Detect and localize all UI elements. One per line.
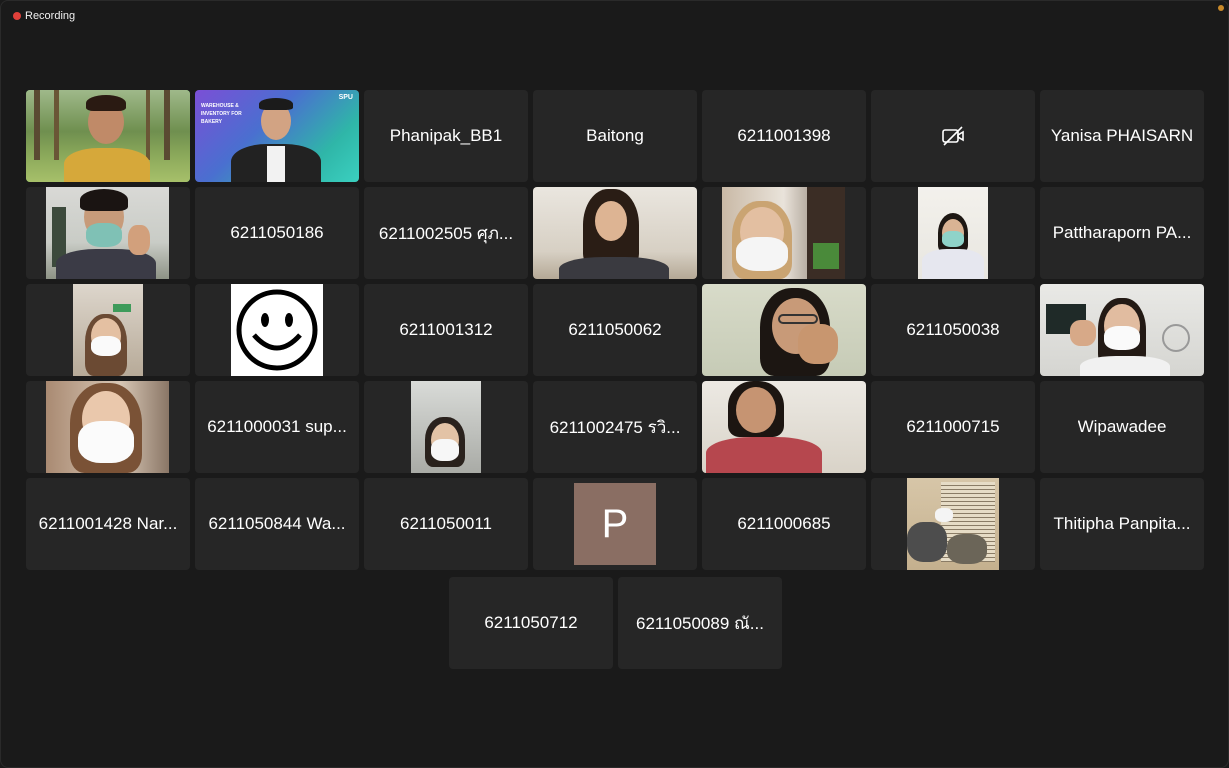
participant-tile-presenter[interactable]: WAREHOUSE & INVENTORY FOR BAKERY SPU — [195, 90, 359, 182]
participant-name: 6211002475 รวิ... — [549, 417, 681, 437]
participant-tile-video[interactable] — [702, 381, 866, 473]
participant-name: Baitong — [586, 126, 644, 145]
smiley-icon — [236, 289, 318, 371]
participant-tile[interactable]: Wipawadee — [1040, 381, 1204, 473]
participant-tile[interactable]: Phanipak_BB1 — [364, 90, 528, 182]
participant-tile[interactable]: Thitipha Panpita... — [1040, 478, 1204, 570]
participant-tile-video[interactable] — [702, 187, 866, 279]
participant-tile[interactable]: 6211050062 — [533, 284, 697, 376]
participant-name: Phanipak_BB1 — [389, 126, 503, 145]
participant-tile[interactable]: 6211002475 รวิ... — [533, 381, 697, 473]
participant-tile[interactable]: 6211050089 ณั... — [618, 577, 782, 669]
participant-name: 6211050712 — [484, 613, 578, 632]
participant-initial-avatar: P — [574, 483, 656, 565]
gallery-last-row: 6211050712 6211050089 ณั... — [449, 577, 782, 669]
participant-tile-video[interactable] — [26, 284, 190, 376]
participant-tile[interactable]: 6211001312 — [364, 284, 528, 376]
gallery-grid: WAREHOUSE & INVENTORY FOR BAKERY SPU Pha… — [26, 90, 1204, 570]
participant-tile-video[interactable] — [871, 187, 1035, 279]
participant-tile-host-video[interactable] — [26, 90, 190, 182]
recording-label: Recording — [25, 10, 76, 22]
participant-name: 6211050038 — [906, 320, 1000, 339]
smiley-avatar-image — [231, 284, 323, 376]
participant-name: 6211001312 — [399, 320, 493, 339]
participant-tile-avatar[interactable]: P — [533, 478, 697, 570]
slide-logo: SPU — [338, 94, 353, 101]
participant-tile[interactable]: 6211050712 — [449, 577, 613, 669]
participant-tile[interactable]: Baitong — [533, 90, 697, 182]
participant-tile[interactable]: 6211050844 Wa... — [195, 478, 359, 570]
participant-tile-image[interactable] — [195, 284, 359, 376]
participant-name: 6211050844 Wa... — [208, 514, 346, 533]
participant-tile[interactable]: 6211001398 — [702, 90, 866, 182]
participant-name: 6211050089 ณั... — [636, 613, 764, 633]
participant-name: 6211050062 — [568, 320, 662, 339]
slide-title: WAREHOUSE & INVENTORY FOR BAKERY — [201, 103, 242, 125]
participant-video — [533, 187, 697, 279]
meeting-window: Recording WAREHOUSE & INVENTORY FOR BAKE… — [0, 0, 1229, 768]
participant-name: Yanisa PHAISARN — [1050, 126, 1194, 145]
participant-tile[interactable]: 6211050186 — [195, 187, 359, 279]
participant-name: Thitipha Panpita... — [1053, 514, 1191, 533]
participant-name: 6211050186 — [230, 223, 324, 242]
recording-dot-icon — [13, 12, 21, 20]
participant-tile[interactable]: 6211002505 ศุภ... — [364, 187, 528, 279]
participant-name: 6211002505 ศุภ... — [378, 223, 514, 243]
participant-tile[interactable]: 6211001428 Nar... — [26, 478, 190, 570]
participant-tile[interactable]: 6211050038 — [871, 284, 1035, 376]
participant-tile-camera-off[interactable] — [871, 90, 1035, 182]
participant-video: WAREHOUSE & INVENTORY FOR BAKERY SPU — [195, 90, 359, 182]
participant-video — [702, 284, 866, 376]
participant-tile-video[interactable] — [1040, 284, 1204, 376]
participant-name: 6211000715 — [906, 417, 1000, 436]
participant-tile[interactable]: Yanisa PHAISARN — [1040, 90, 1204, 182]
participant-video — [46, 381, 169, 473]
participant-video — [46, 187, 169, 279]
participant-name: 6211000031 sup... — [207, 417, 347, 436]
participant-tile[interactable]: 6211000031 sup... — [195, 381, 359, 473]
recording-indicator[interactable]: Recording — [13, 9, 75, 23]
participant-tile[interactable]: 6211000715 — [871, 381, 1035, 473]
participant-name: 6211001428 Nar... — [38, 514, 178, 533]
participant-video — [1040, 284, 1204, 376]
participant-video — [918, 187, 988, 279]
participant-video — [26, 90, 190, 182]
participant-name: 6211000685 — [737, 514, 831, 533]
participant-tile-video[interactable] — [26, 381, 190, 473]
video-off-icon — [942, 126, 964, 146]
participant-tile-video[interactable] — [364, 381, 528, 473]
participant-video — [702, 381, 866, 473]
participant-video — [722, 187, 845, 279]
participant-name: 6211050011 — [399, 514, 493, 533]
participant-name: 6211001398 — [737, 126, 831, 145]
participant-video — [411, 381, 481, 473]
participant-name: Wipawadee — [1077, 417, 1167, 436]
participant-tile-video[interactable] — [26, 187, 190, 279]
participant-video — [907, 478, 999, 570]
window-status-dot-icon — [1218, 5, 1224, 11]
participant-video — [73, 284, 143, 376]
participant-tile[interactable]: Pattharaporn PA... — [1040, 187, 1204, 279]
participant-tile-video[interactable] — [871, 478, 1035, 570]
participant-tile[interactable]: 6211000685 — [702, 478, 866, 570]
participant-tile[interactable]: 6211050011 — [364, 478, 528, 570]
participant-tile-video[interactable] — [702, 284, 866, 376]
participant-tile-video[interactable] — [533, 187, 697, 279]
participant-name: Pattharaporn PA... — [1052, 223, 1192, 242]
